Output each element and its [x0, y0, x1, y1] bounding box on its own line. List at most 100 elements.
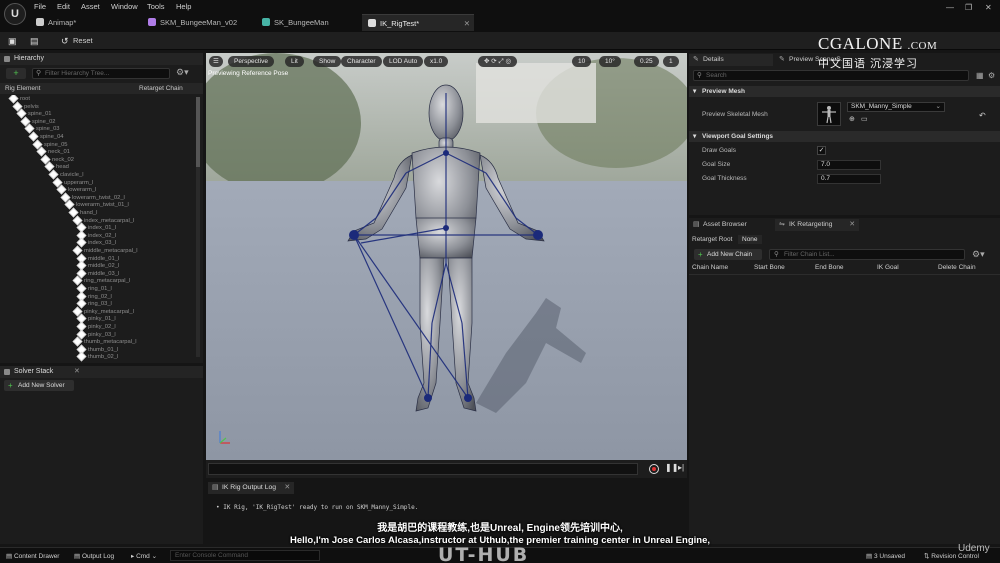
bone-tree: root pelvis spine_01 spine_02 spine_03 spine_…: [2, 95, 192, 363]
tab-sk-bungeeman[interactable]: SK_BungeeMan: [256, 14, 360, 31]
tab-details[interactable]: ✎ Details: [689, 54, 773, 66]
unreal-logo-icon[interactable]: U: [4, 3, 26, 25]
console-placeholder: Enter Console Command: [175, 552, 248, 559]
lit-button[interactable]: Lit: [285, 56, 304, 67]
hierarchy-header: Hierarchy: [0, 53, 203, 65]
browse-icon[interactable]: ▤: [30, 36, 40, 46]
bone-label: neck_02: [52, 156, 74, 163]
watermark: CGALONE .COM 中文国语 沉浸学习: [818, 34, 937, 71]
hierarchy-scrollbar[interactable]: [196, 97, 200, 357]
asset-browser-icon: ▤: [693, 221, 700, 228]
show-button[interactable]: Show: [313, 56, 342, 67]
log-icon: ▤: [212, 484, 219, 491]
column-start-bone[interactable]: Start Bone: [754, 264, 785, 271]
section-preview-mesh[interactable]: ▾ Preview Mesh: [689, 86, 1000, 97]
bone-label: spine_02: [32, 118, 56, 125]
add-new-chain-button[interactable]: + Add New Chain: [694, 249, 762, 260]
close-window-icon[interactable]: ✕: [985, 3, 992, 12]
goal-size-field[interactable]: 7.0: [817, 160, 881, 170]
goal-size-label: Goal Size: [702, 161, 731, 168]
rotation-snap-value[interactable]: 10°: [599, 56, 621, 67]
tab-label: Animap*: [48, 18, 77, 27]
gear-icon[interactable]: ⚙: [988, 71, 995, 80]
add-button[interactable]: +: [6, 68, 26, 79]
menu-tools[interactable]: Tools: [147, 2, 165, 11]
draw-goals-checkbox[interactable]: ✓: [817, 146, 826, 155]
console-input[interactable]: Enter Console Command: [170, 550, 320, 561]
brand-logo: UT-HUB: [438, 544, 530, 563]
viewport-menu-icon[interactable]: ☰: [209, 56, 223, 67]
output-log-button[interactable]: ▤ Output Log: [74, 552, 114, 560]
column-end-bone[interactable]: End Bone: [815, 264, 844, 271]
close-icon[interactable]: ✕: [74, 366, 80, 378]
scale-snap-value[interactable]: 0.25: [634, 56, 659, 67]
tab-asset-browser[interactable]: ▤ Asset Browser: [689, 219, 773, 231]
hierarchy-search-input[interactable]: ⚲ Filter Hierarchy Tree...: [32, 68, 170, 79]
content-drawer-button[interactable]: ▤ Content Drawer: [6, 552, 59, 560]
retarget-root-value[interactable]: None: [738, 235, 762, 244]
unsaved-button[interactable]: ▤ 3 Unsaved: [866, 552, 905, 560]
lod-auto-button[interactable]: LOD Auto: [383, 56, 424, 67]
tab-ik-retargeting[interactable]: ⇋ IK Retargeting ✕: [775, 219, 859, 231]
search-icon: ⚲: [774, 251, 779, 258]
browse-folder-icon[interactable]: ▭: [861, 115, 868, 123]
record-button[interactable]: [649, 464, 659, 474]
gear-icon[interactable]: ⚙▾: [176, 67, 189, 78]
pause-icon[interactable]: ❚❚: [665, 463, 678, 472]
section-viewport-goal-settings[interactable]: ▾ Viewport Goal Settings: [689, 131, 1000, 142]
bone-label: pinky_02_l: [88, 324, 116, 331]
column-chain-name[interactable]: Chain Name: [692, 264, 728, 271]
menu-edit[interactable]: Edit: [57, 2, 70, 11]
bone-row[interactable]: thumb_02_l: [76, 351, 119, 362]
details-search-input[interactable]: ⚲ Search: [693, 70, 969, 81]
add-new-solver-button[interactable]: + Add New Solver: [4, 380, 74, 391]
transform-tools[interactable]: ✥ ⟳ ⤢ ◎: [478, 56, 518, 67]
menu-help[interactable]: Help: [176, 2, 191, 11]
chain-filter-input[interactable]: ⚲ Filter Chain List...: [769, 249, 965, 260]
menu-window[interactable]: Window: [111, 2, 138, 11]
close-icon[interactable]: ✕: [464, 15, 470, 32]
mesh-thumbnail[interactable]: [817, 102, 841, 126]
viewport[interactable]: ☰ Perspective Lit Show Character LOD Aut…: [206, 53, 687, 460]
mesh-asset-picker[interactable]: SKM_Manny_Simple ⌄: [847, 102, 945, 112]
retarget-root-label: Retarget Root: [692, 236, 733, 243]
restore-icon[interactable]: ❐: [965, 3, 972, 12]
unsaved-label: 3 Unsaved: [873, 553, 906, 560]
column-retarget-chain[interactable]: Retarget Chain: [139, 83, 183, 94]
camera-speed-value[interactable]: 1: [663, 56, 679, 67]
reset-icon[interactable]: ↺: [61, 36, 71, 46]
goal-thickness-field[interactable]: 0.7: [817, 174, 881, 184]
tab-ik-rigtest[interactable]: IK_RigTest* ✕: [362, 14, 474, 31]
gear-icon[interactable]: ⚙▾: [972, 249, 985, 260]
column-ik-goal[interactable]: IK Goal: [877, 264, 899, 271]
bone-label: pinky_01_l: [88, 316, 116, 323]
column-rig-element[interactable]: Rig Element: [5, 83, 40, 94]
grid-view-icon[interactable]: ▦: [976, 71, 984, 80]
minimize-icon[interactable]: —: [946, 3, 954, 12]
mesh-value: SKM_Manny_Simple: [851, 103, 912, 110]
grid-snap-value[interactable]: 10: [572, 56, 592, 67]
reset-to-default-icon[interactable]: ↶: [979, 111, 986, 120]
tab-animap[interactable]: Animap*: [30, 14, 140, 31]
column-delete-chain[interactable]: Delete Chain: [938, 264, 976, 271]
tab-skm-bungeeman[interactable]: SKM_BungeeMan_v02: [142, 14, 254, 31]
level-icon: [36, 18, 44, 26]
playback-speed-button[interactable]: x1.0: [424, 56, 449, 67]
timeline-track[interactable]: [208, 463, 638, 475]
use-selected-icon[interactable]: ⊕: [849, 115, 855, 123]
output-log-title: IK Rig Output Log: [222, 484, 277, 491]
cmd-dropdown[interactable]: ▸ Cmd ⌄: [131, 552, 157, 560]
bone-label: thumb_02_l: [88, 354, 119, 361]
next-frame-icon[interactable]: ▸|: [678, 463, 684, 472]
save-icon[interactable]: ▣: [8, 36, 18, 46]
menu-asset[interactable]: Asset: [81, 2, 100, 11]
ik-rig-icon: [368, 19, 376, 27]
perspective-button[interactable]: Perspective: [228, 56, 274, 67]
close-icon[interactable]: ✕: [284, 482, 290, 494]
close-icon[interactable]: ✕: [849, 219, 855, 231]
tab-output-log[interactable]: ▤ IK Rig Output Log ✕: [208, 482, 295, 494]
character-button[interactable]: Character: [341, 56, 382, 67]
menu-file[interactable]: File: [34, 2, 46, 11]
section-title: Viewport Goal Settings: [702, 133, 774, 140]
reset-button[interactable]: Reset: [73, 36, 93, 45]
